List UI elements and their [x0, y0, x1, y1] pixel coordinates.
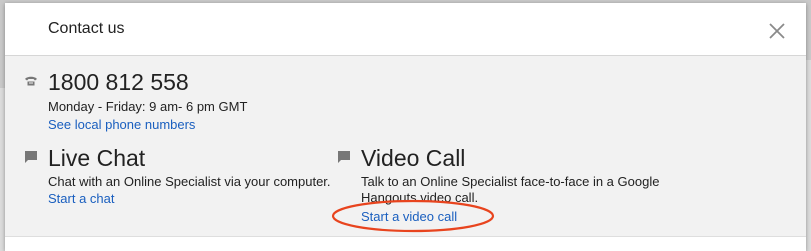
contact-dialog: Contact us 1800 812 558 Monday - Friday:… — [5, 3, 806, 251]
video-call-title: Video Call — [361, 145, 466, 171]
phone-hours: Monday - Friday: 9 am- 6 pm GMT — [48, 99, 248, 114]
phone-icon — [24, 74, 38, 88]
phone-number: 1800 812 558 — [48, 69, 189, 95]
start-chat-link[interactable]: Start a chat — [48, 191, 114, 207]
dialog-title: Contact us — [48, 20, 125, 37]
dialog-header: Contact us — [5, 3, 806, 56]
start-video-call-link[interactable]: Start a video call — [361, 209, 457, 225]
live-chat-description: Chat with an Online Specialist via your … — [48, 174, 331, 189]
video-call-description-line2: Hangouts video call. — [361, 190, 479, 205]
chat-bubble-icon — [337, 150, 351, 164]
chat-bubble-icon — [24, 150, 38, 164]
dialog-divider — [5, 236, 806, 237]
video-call-description-line1: Talk to an Online Specialist face-to-fac… — [361, 174, 660, 189]
backdrop-strip-right — [806, 60, 811, 251]
see-local-phone-numbers-link[interactable]: See local phone numbers — [48, 117, 195, 133]
live-chat-title: Live Chat — [48, 145, 146, 171]
close-icon[interactable] — [767, 21, 787, 41]
